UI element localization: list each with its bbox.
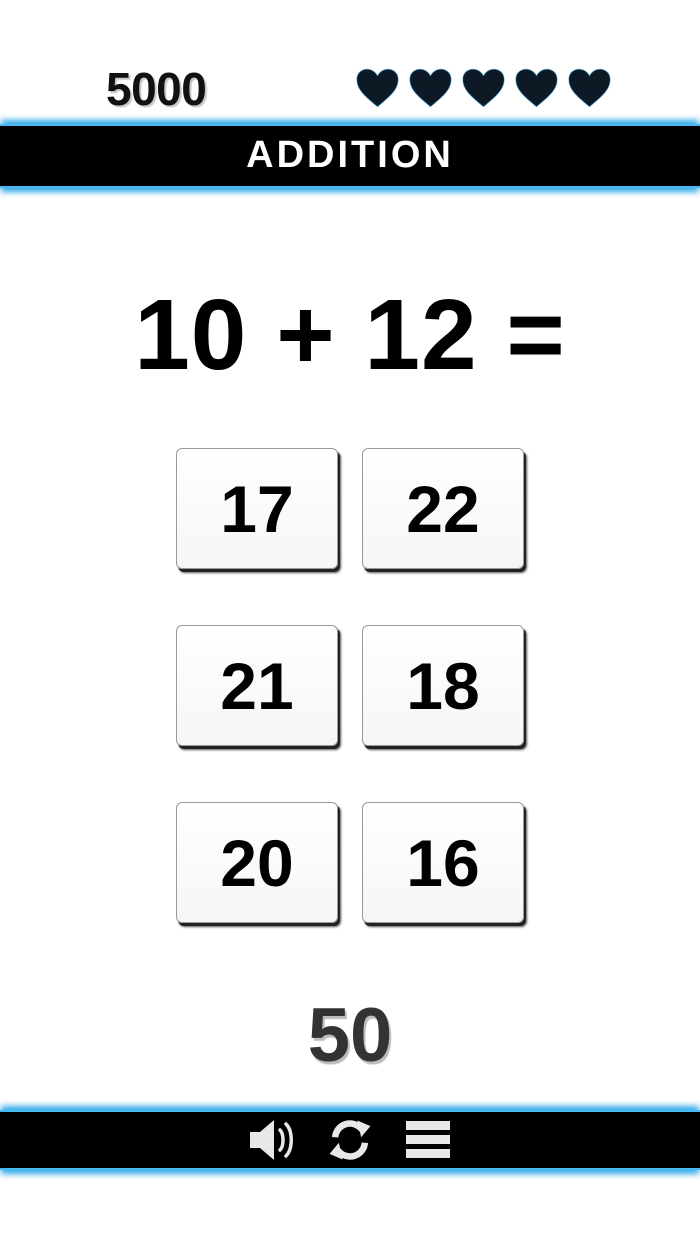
answer-button[interactable]: 21 (176, 625, 338, 746)
speaker-icon (250, 1120, 293, 1160)
lives-display (354, 66, 613, 110)
bottom-toolbar (0, 1110, 700, 1170)
refresh-icon (329, 1120, 371, 1160)
menu-button[interactable] (402, 1115, 454, 1165)
timer-display: 50 (307, 993, 393, 1078)
answer-button[interactable]: 16 (362, 802, 524, 923)
answer-grid: 17 22 21 18 20 16 (176, 448, 526, 923)
answer-button[interactable]: 17 (176, 448, 338, 569)
answer-button[interactable]: 20 (176, 802, 338, 923)
mode-title: ADDITION (246, 133, 454, 176)
heart-icon (462, 68, 505, 108)
heart-icon (409, 68, 452, 108)
sound-button[interactable] (246, 1115, 298, 1165)
answer-button[interactable]: 22 (362, 448, 524, 569)
heart-icon (515, 68, 558, 108)
menu-icon (406, 1121, 450, 1158)
game-screen: 5000 ADDITION 10 + 12 = 17 22 21 18 20 1… (0, 0, 700, 1244)
restart-button[interactable] (324, 1115, 376, 1165)
heart-icon (356, 68, 399, 108)
title-bar: ADDITION (0, 124, 700, 188)
equation: 10 + 12 = (134, 279, 566, 391)
score-display: 5000 (106, 63, 207, 115)
answer-button[interactable]: 18 (362, 625, 524, 746)
heart-icon (568, 68, 611, 108)
